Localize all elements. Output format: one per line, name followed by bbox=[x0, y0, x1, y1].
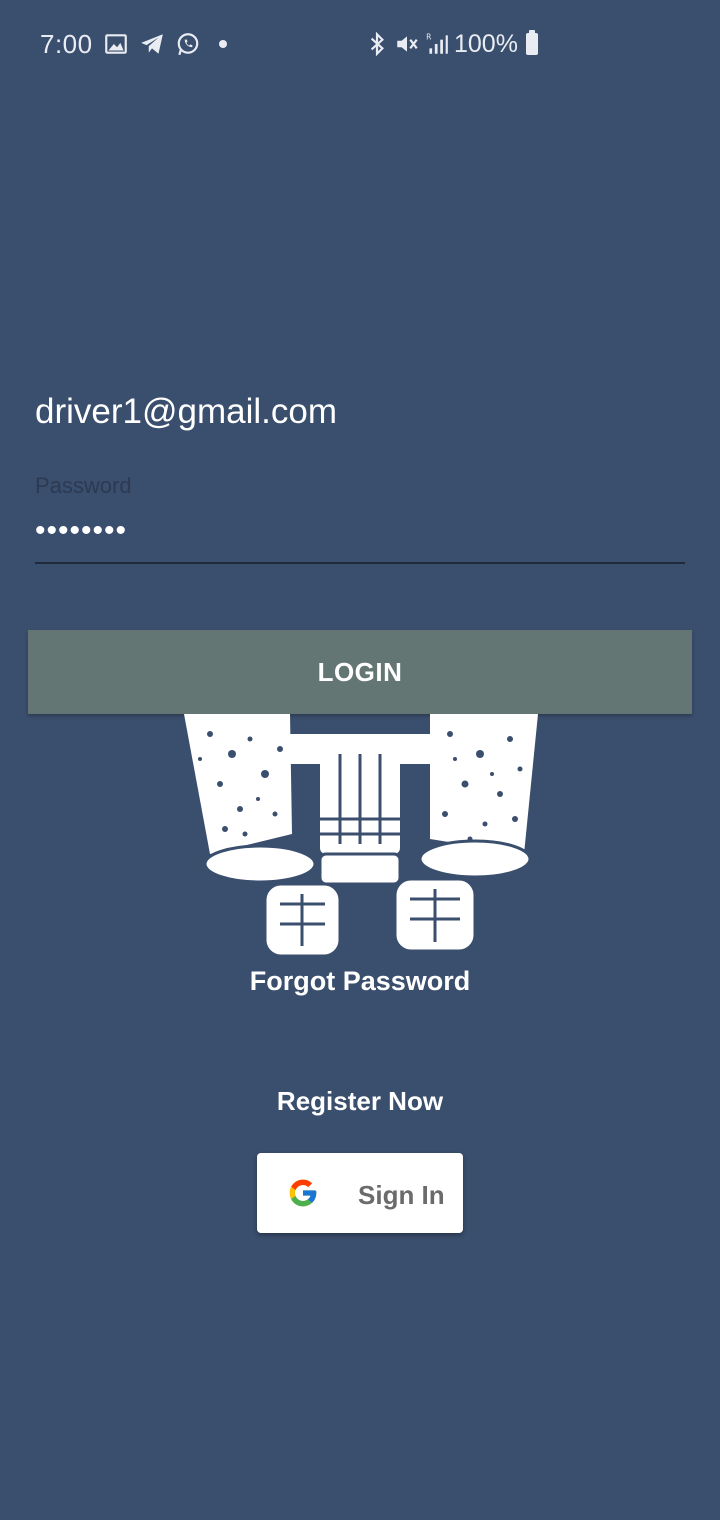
email-field[interactable]: driver1@gmail.com bbox=[35, 392, 337, 432]
gallery-icon bbox=[103, 31, 129, 57]
battery-icon bbox=[525, 30, 538, 55]
google-sign-in-button[interactable]: Sign In bbox=[257, 1153, 463, 1233]
svg-text:R: R bbox=[426, 33, 432, 42]
forgot-password-link[interactable]: Forgot Password bbox=[0, 966, 720, 997]
google-sign-in-label: Sign In bbox=[358, 1180, 445, 1210]
whatsapp-icon bbox=[175, 31, 201, 57]
register-now-link[interactable]: Register Now bbox=[0, 1086, 720, 1117]
password-field[interactable]: •••••••• bbox=[35, 512, 685, 564]
binoculars-logo bbox=[180, 714, 540, 959]
telegram-icon bbox=[139, 31, 165, 57]
google-icon bbox=[287, 1177, 319, 1209]
bluetooth-icon bbox=[364, 31, 390, 57]
signal-icon: R bbox=[424, 31, 450, 57]
status-time: 7:00 bbox=[40, 28, 93, 59]
password-label: Password bbox=[35, 473, 132, 498]
status-left: 7:00 bbox=[40, 26, 227, 62]
password-value: •••••••• bbox=[35, 514, 128, 547]
mute-icon bbox=[394, 31, 420, 57]
battery-percentage: 100% bbox=[454, 29, 518, 58]
status-right: R 100% bbox=[364, 26, 538, 62]
login-button[interactable]: LOGIN bbox=[28, 630, 692, 714]
notification-dot-icon bbox=[218, 40, 227, 48]
status-bar: 7:00 R 100% bbox=[0, 0, 720, 88]
